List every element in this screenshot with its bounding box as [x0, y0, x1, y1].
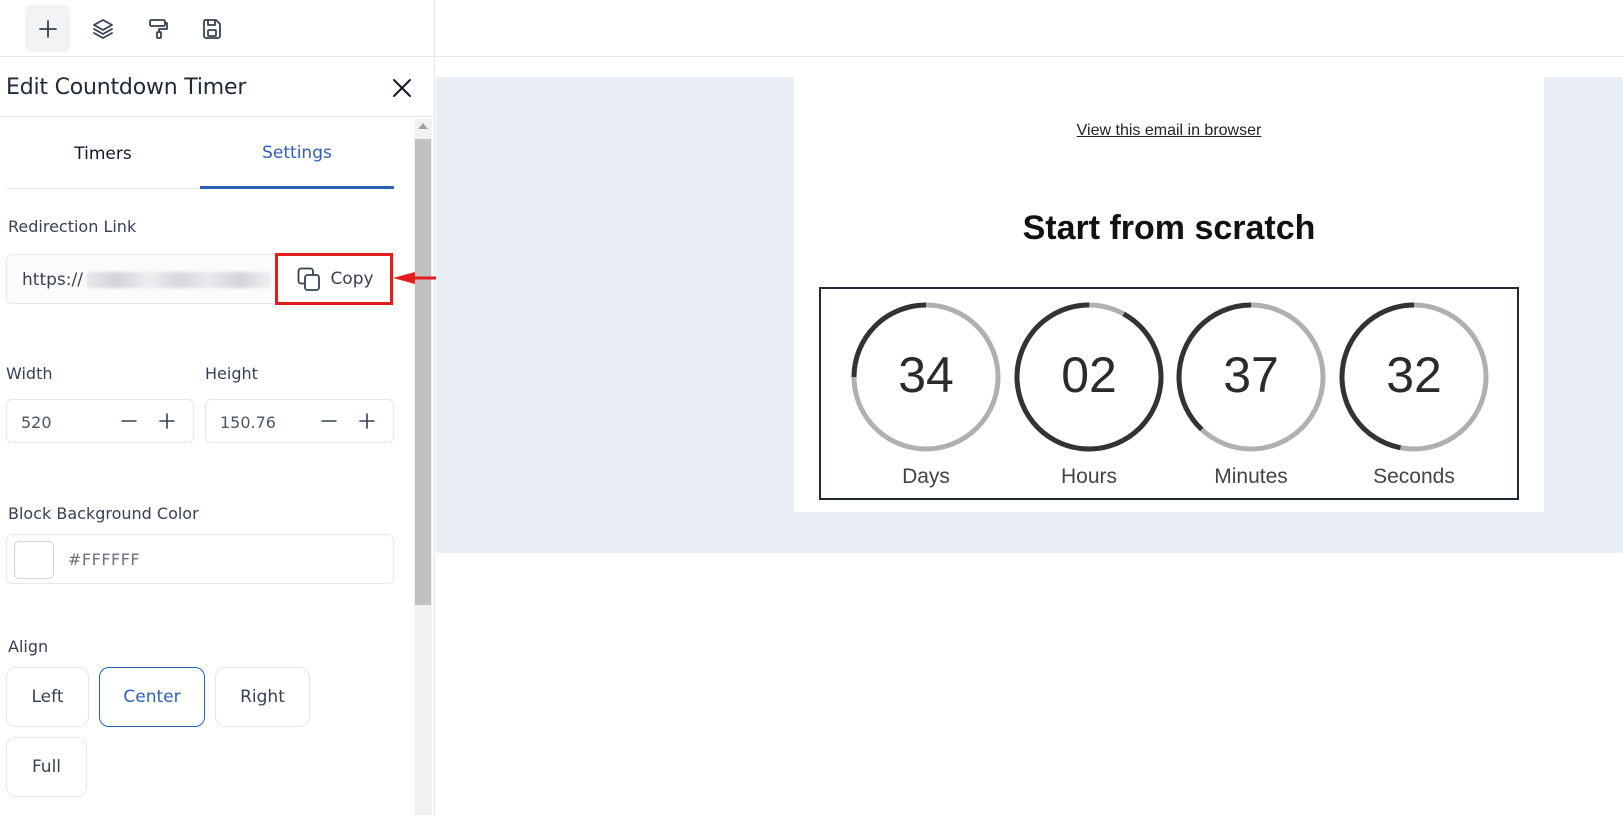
bg-color-label: Block Background Color — [8, 504, 199, 523]
minutes-value: 37 — [1223, 347, 1279, 403]
panel-title: Edit Countdown Timer — [6, 75, 247, 100]
plus-icon — [159, 413, 175, 429]
align-right-button[interactable]: Right — [215, 667, 310, 727]
minus-icon — [121, 420, 137, 422]
timer-unit-hours: 02 Hours — [1014, 302, 1164, 492]
plus-icon — [38, 19, 57, 38]
top-toolbar — [0, 0, 435, 57]
tab-timers[interactable]: Timers — [6, 119, 200, 189]
height-label: Height — [205, 364, 258, 383]
align-center-button[interactable]: Center — [99, 667, 205, 727]
height-decrement-button[interactable] — [316, 408, 342, 434]
countdown-timer-block[interactable]: 34 Days 02 Hours 37 Minutes 32 Seconds — [819, 287, 1519, 500]
save-button[interactable] — [189, 5, 234, 52]
email-preview: View this email in browser Start from sc… — [794, 77, 1544, 512]
align-label: Align — [8, 637, 49, 656]
email-headline: Start from scratch — [1022, 209, 1316, 247]
add-block-button[interactable] — [25, 5, 70, 52]
panel-header: Edit Countdown Timer — [0, 57, 435, 117]
align-left-button[interactable]: Left — [6, 667, 89, 727]
days-label: Days — [902, 465, 950, 488]
minus-icon — [321, 420, 337, 422]
hours-value: 02 — [1061, 347, 1117, 403]
timer-unit-days: 34 Days — [851, 302, 1001, 492]
timer-unit-minutes: 37 Minutes — [1176, 302, 1326, 492]
plus-icon — [359, 413, 375, 429]
days-value: 34 — [898, 347, 954, 403]
width-label: Width — [6, 364, 53, 383]
paint-roller-icon — [148, 18, 168, 39]
layers-button[interactable] — [80, 5, 125, 52]
panel-scrollbar[interactable] — [414, 119, 432, 815]
redacted-url — [87, 272, 271, 288]
bg-color-field[interactable]: #FFFFFF — [6, 534, 394, 584]
width-value: 520 — [21, 413, 52, 432]
view-in-browser-link[interactable]: View this email in browser — [794, 122, 1544, 140]
width-increment-button[interactable] — [154, 408, 180, 434]
close-icon — [393, 79, 411, 97]
tab-settings[interactable]: Settings — [200, 119, 394, 189]
layers-icon — [92, 18, 113, 39]
height-value: 150.76 — [220, 413, 276, 432]
minutes-label: Minutes — [1214, 465, 1288, 488]
scrollbar-thumb[interactable] — [415, 139, 431, 605]
align-full-button[interactable]: Full — [6, 737, 87, 797]
top-strip — [435, 0, 1623, 57]
scroll-up-arrow-icon[interactable] — [418, 123, 428, 129]
close-button[interactable] — [389, 75, 415, 101]
copy-label: Copy — [330, 269, 374, 289]
seconds-value: 32 — [1386, 347, 1442, 403]
height-field[interactable]: 150.76 — [205, 399, 394, 443]
copy-button[interactable]: Copy — [275, 253, 393, 305]
tab-bar: Timers Settings — [6, 119, 394, 189]
redirection-link-value: https:// — [22, 270, 83, 290]
width-field[interactable]: 520 — [6, 399, 194, 443]
edit-panel: Edit Countdown Timer Timers Settings Red… — [0, 57, 435, 815]
style-button[interactable] — [135, 5, 180, 52]
redirection-link-label: Redirection Link — [8, 217, 137, 236]
seconds-label: Seconds — [1373, 465, 1455, 488]
height-increment-button[interactable] — [354, 408, 380, 434]
save-icon — [202, 18, 221, 39]
copy-icon — [298, 267, 321, 291]
width-decrement-button[interactable] — [116, 408, 142, 434]
bg-color-value: #FFFFFF — [68, 550, 141, 569]
timer-unit-seconds: 32 Seconds — [1339, 302, 1489, 492]
hours-label: Hours — [1060, 465, 1118, 488]
color-swatch[interactable] — [14, 541, 54, 579]
